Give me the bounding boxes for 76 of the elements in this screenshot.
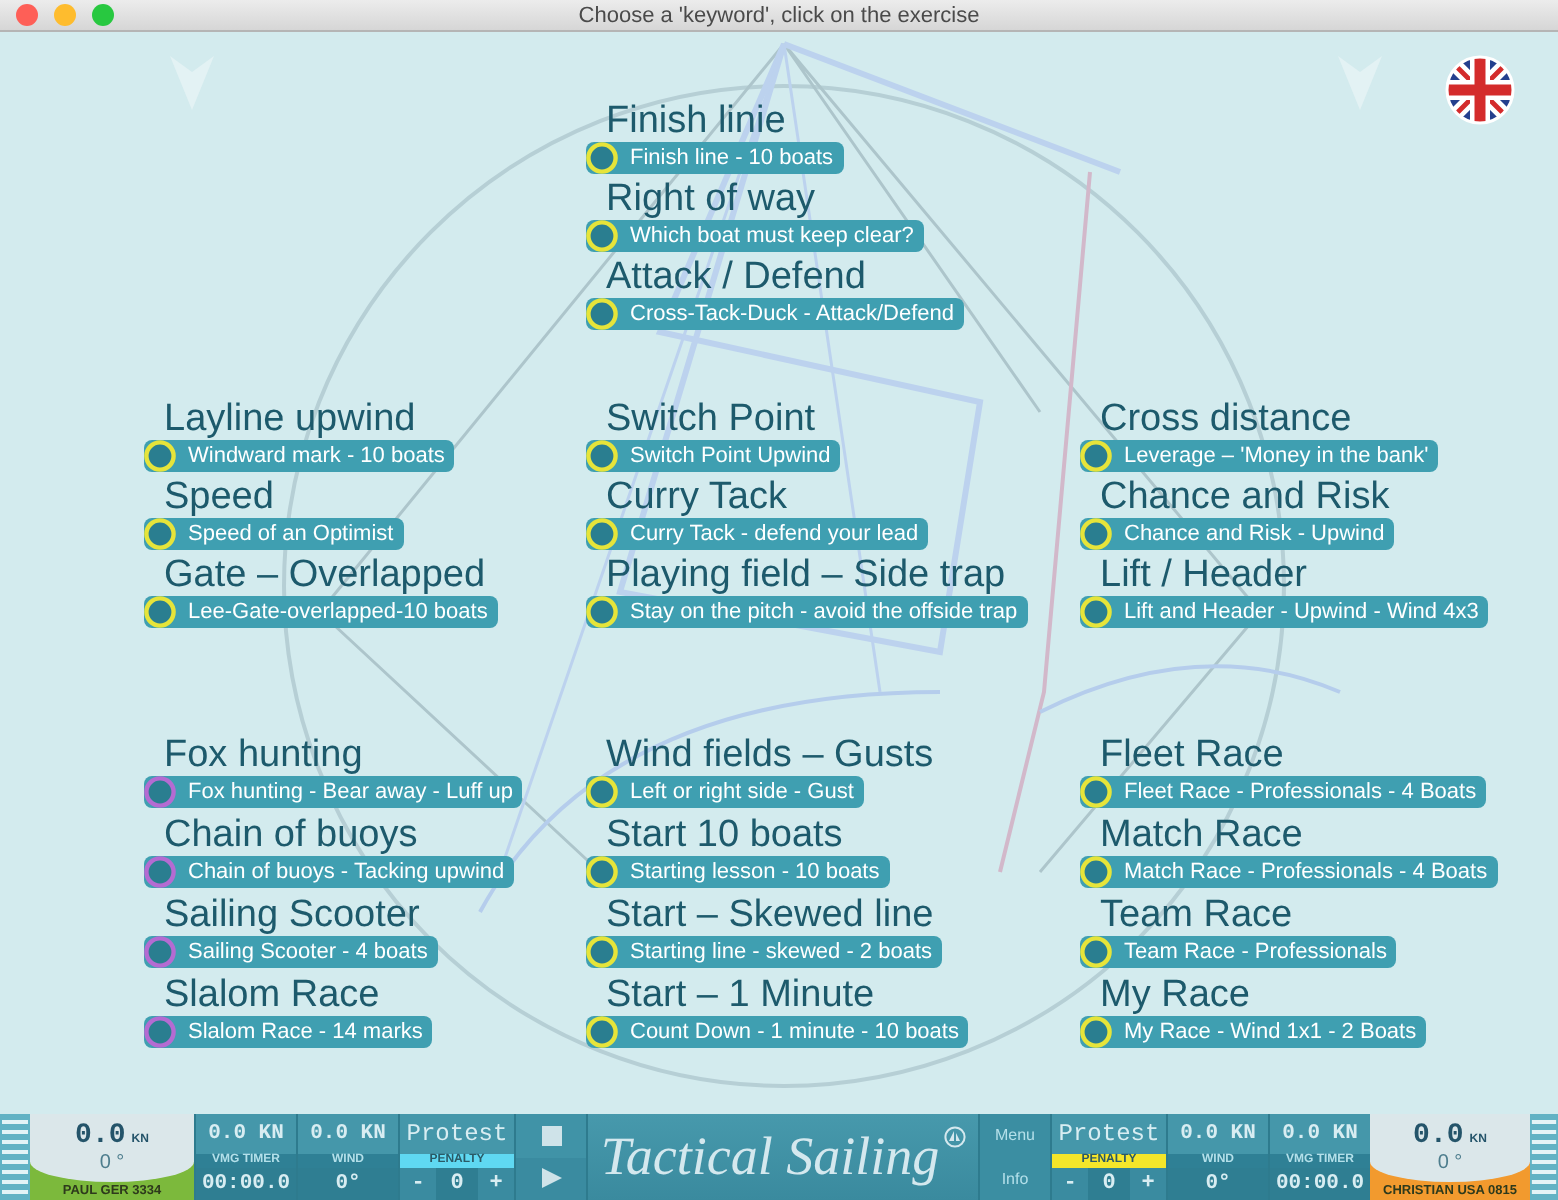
penalty-count: 0 [1088,1168,1130,1200]
exercise-button[interactable]: Slalom Race - 14 marks [144,1016,433,1048]
exercise-button[interactable]: Chance and Risk - Upwind [1080,518,1395,550]
exercise-button[interactable]: Finish line - 10 boats [586,142,843,174]
minimize-button[interactable] [54,4,76,26]
exercise-heading: My Race [1100,976,1250,1016]
window-title: Choose a 'keyword', click on the exercise [578,3,980,27]
exercise-heading: Finish linie [606,102,786,142]
info-button[interactable]: Info [980,1157,1050,1200]
wind-speed-readout: 0.0 KN [1168,1114,1268,1154]
exercise-heading: Fleet Race [1100,736,1284,776]
exercise-button[interactable]: Count Down - 1 minute - 10 boats [586,1016,969,1048]
exercise-heading: Right of way [606,180,816,220]
exercise-button[interactable]: Fleet Race - Professionals - 4 Boats [1080,776,1487,808]
exercise-heading: Sailing Scooter [164,896,420,936]
wind-speed-readout: 0.0 KN [298,1114,398,1154]
exercise-heading: Chain of buoys [164,816,418,856]
exercise-button[interactable]: My Race - Wind 1x1 - 2 Boats [1080,1016,1427,1048]
exercise-button[interactable]: Lee-Gate-overlapped-10 boats [144,596,498,628]
exercise-button[interactable]: Cross-Tack-Duck - Attack/Defend [586,298,964,330]
exercise-heading: Chance and Risk [1100,478,1390,518]
exercise-heading: Playing field – Side trap [606,556,1006,596]
exercise-heading: Team Race [1100,896,1293,936]
exercise-heading: Wind fields – Gusts [606,736,934,776]
exercise-button[interactable]: Starting line - skewed - 2 boats [586,936,943,968]
exercise-heading: Layline upwind [164,400,416,440]
exercise-heading: Attack / Defend [606,258,866,298]
exercise-heading: Match Race [1100,816,1303,856]
exercise-button[interactable]: Lift and Header - Upwind - Wind 4x3 [1080,596,1489,628]
uk-flag-icon[interactable] [1444,54,1516,126]
exercise-button[interactable]: Switch Point Upwind [586,440,841,472]
wind-value-readout: 0° [298,1168,398,1200]
sailboat-logo-icon [943,1126,966,1148]
exercise-heading: Start 10 boats [606,816,843,856]
exercise-heading: Lift / Header [1100,556,1307,596]
protest-button[interactable]: Protest [1052,1114,1166,1154]
exercise-heading: Start – Skewed line [606,896,934,936]
penalty-count: 0 [436,1168,478,1200]
boat-speed: 0.0 [75,1121,126,1151]
exercise-button[interactable]: Starting lesson - 10 boats [586,856,890,888]
vmg-value-readout: 00:00.0 [196,1168,296,1200]
exercise-heading: Gate – Overlapped [164,556,486,596]
boat-heading: 0 ° [1437,1151,1463,1175]
exercise-button[interactable]: Sailing Scooter - 4 boats [144,936,438,968]
exercise-button[interactable]: Windward mark - 10 boats [144,440,455,472]
close-button[interactable] [16,4,38,26]
vmg-speed-readout: 0.0 KN [196,1114,296,1154]
exercise-button[interactable]: Left or right side - Gust [586,776,864,808]
exercise-button[interactable]: Chain of buoys - Tacking upwind [144,856,515,888]
wind-value-readout: 0° [1168,1168,1268,1200]
stop-icon [541,1125,561,1146]
vmg-speed-readout: 0.0 KN [1270,1114,1370,1154]
exercise-heading: Speed [164,478,274,518]
exercise-button[interactable]: Stay on the pitch - avoid the offside trap [586,596,1028,628]
exercise-heading: Start – 1 Minute [606,976,875,1016]
exercise-heading: Slalom Race [164,976,380,1016]
exercise-heading: Fox hunting [164,736,363,776]
vmg-value-readout: 00:00.0 [1270,1168,1370,1200]
boat-heading: 0 ° [99,1151,125,1175]
exercise-button[interactable]: Team Race - Professionals [1080,936,1397,968]
zoom-button[interactable] [92,4,114,26]
exercise-heading: Cross distance [1100,400,1352,440]
boat-speed: 0.0 [1413,1121,1464,1151]
exercise-heading: Curry Tack [606,478,787,518]
play-icon [541,1168,561,1189]
menu-button[interactable]: Menu [980,1114,1050,1157]
exercise-button[interactable]: Speed of an Optimist [144,518,404,550]
protest-button[interactable]: Protest [400,1114,514,1154]
exercise-button[interactable]: Fox hunting - Bear away - Luff up [144,776,523,808]
exercise-button[interactable]: Curry Tack - defend your lead [586,518,929,550]
exercise-button[interactable]: Which boat must keep clear? [586,220,924,252]
stop-button[interactable] [516,1114,586,1157]
logo-text: Tactical Sailing [600,1126,940,1188]
exercise-button[interactable]: Match Race - Professionals - 4 Boats [1080,856,1498,888]
exercise-button[interactable]: Leverage – 'Money in the bank' [1080,440,1439,472]
exercise-heading: Switch Point [606,400,816,440]
